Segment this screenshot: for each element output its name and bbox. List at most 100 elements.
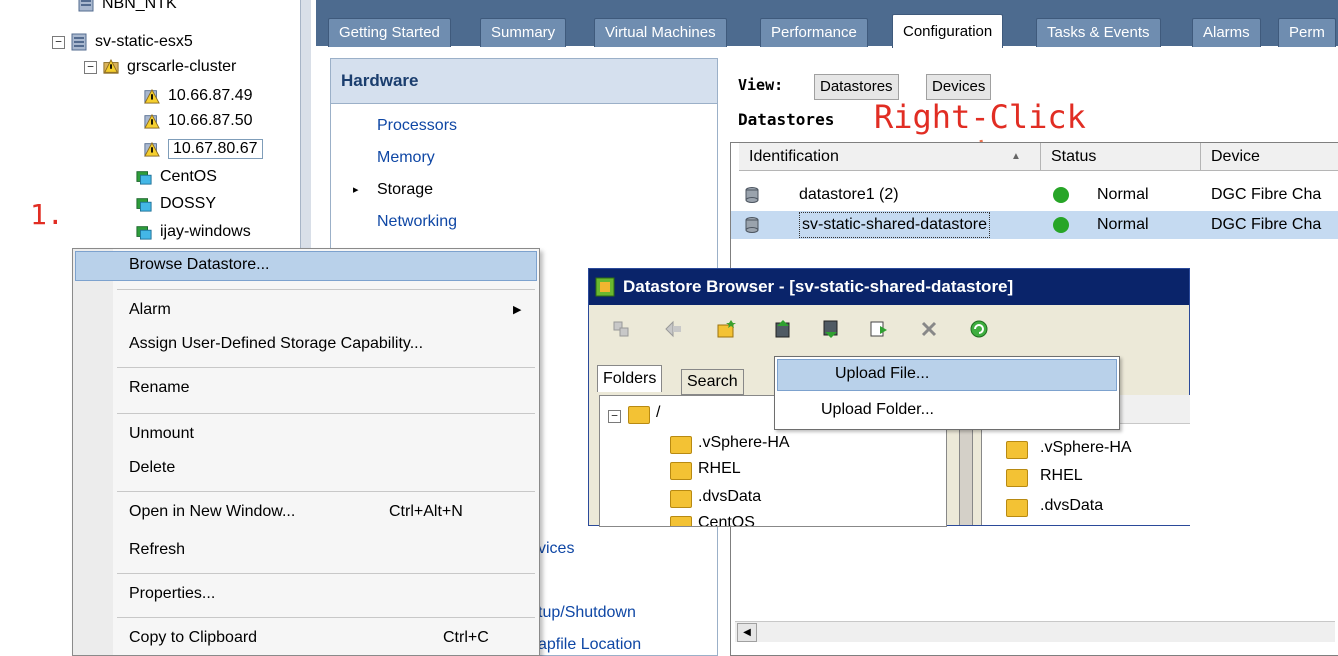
delete-icon[interactable] [919,319,939,339]
table-row[interactable]: datastore1 (2) Normal DGC Fibre Cha [731,181,1338,209]
datastore-status: Normal [1097,216,1149,233]
tree-item-label: NBN_NTK [102,0,177,12]
menu-separator [117,289,535,290]
folder-item[interactable]: .dvsData [698,488,761,506]
menu-item-assign-capability[interactable]: Assign User-Defined Storage Capability..… [129,335,423,353]
column-identification[interactable]: Identification ▲ [739,143,1041,171]
menu-item-upload-file[interactable]: Upload File... [835,365,929,383]
tree-item-vm-2[interactable]: DOSSY [136,192,216,216]
hardware-link-startup-partial[interactable]: tup/Shutdown [538,604,636,622]
browser-title-bar[interactable]: Datastore Browser - [sv-static-shared-da… [589,269,1189,305]
new-folder-icon[interactable] [717,319,737,339]
folder-icon [1006,499,1028,517]
datastore-status: Normal [1097,186,1149,203]
collapse-icon[interactable]: − [52,35,65,49]
right-click-annotation: Right-Click [874,98,1086,136]
tab-search[interactable]: Search [681,369,744,395]
tree-item-host[interactable]: − sv-static-esx5 [52,30,193,54]
hardware-item-storage[interactable]: Storage [377,181,433,199]
datastore-icon [745,187,759,203]
tree-item-cluster[interactable]: − grscarle-cluster [84,55,236,79]
menu-highlight [777,359,1117,391]
view-datastores-button[interactable]: Datastores [814,74,899,100]
collapse-icon[interactable]: − [608,410,621,423]
tab-folders[interactable]: Folders [597,365,663,392]
tab-tasks-events[interactable]: Tasks & Events [1036,18,1161,47]
menu-item-alarm[interactable]: Alarm [129,301,171,319]
bullet-icon: ▸ [353,184,359,196]
hardware-link-memory[interactable]: Memory [377,149,435,167]
tab-configuration[interactable]: Configuration [892,14,1004,48]
tree-item-label: grscarle-cluster [127,58,237,75]
menu-item-properties[interactable]: Properties... [129,585,215,603]
back-icon[interactable] [663,319,683,339]
tree-item-vm-3[interactable]: ijay-windows [136,220,251,244]
menu-item-upload-folder[interactable]: Upload Folder... [821,401,934,419]
datastore-device: DGC Fibre Cha [1211,186,1322,203]
open-folder-icon [628,406,650,424]
register-vm-icon[interactable] [869,319,889,339]
menu-item-unmount[interactable]: Unmount [129,425,194,443]
tab-summary[interactable]: Summary [480,18,567,47]
tab-bar: Getting Started Summary Virtual Machines… [316,0,1338,48]
collapse-icon[interactable]: − [84,60,97,74]
refresh-icon[interactable] [969,319,989,339]
datastore-name: datastore1 (2) [799,186,899,203]
folder-item[interactable]: .vSphere-HA [698,434,790,452]
folder-icon [670,436,692,454]
menu-item-copy-clipboard[interactable]: Copy to Clipboard [129,629,257,647]
contents-folder-item[interactable]: RHEL [1040,467,1083,485]
table-row-selected[interactable]: sv-static-shared-datastore Normal DGC Fi… [731,211,1338,239]
upload-icon[interactable] [773,319,793,339]
tree-item-label: sv-static-esx5 [95,33,193,50]
vm-icon [136,226,152,240]
contents-folder-item[interactable]: .dvsData [1040,497,1103,515]
browser-title: Datastore Browser - [sv-static-shared-da… [623,277,1014,296]
sort-asc-icon: ▲ [1011,151,1021,162]
tree-item-top[interactable]: NBN_NTK [78,0,177,16]
tab-virtual-machines[interactable]: Virtual Machines [594,18,727,47]
tree-item-host-2[interactable]: 10.66.87.50 [144,109,253,133]
warning-icon [144,88,160,104]
datastore-icon [745,217,759,233]
scroll-left-icon[interactable]: ◀ [737,623,757,642]
column-device[interactable]: Device [1201,143,1338,171]
datastore-device: DGC Fibre Cha [1211,216,1322,233]
warning-icon [144,113,160,129]
folder-icon [670,516,692,526]
hardware-link-networking[interactable]: Networking [377,213,457,231]
tab-performance[interactable]: Performance [760,18,868,47]
column-status[interactable]: Status [1041,143,1201,171]
horizontal-scrollbar[interactable]: ◀ [735,621,1335,642]
menu-separator [117,573,535,574]
menu-item-rename[interactable]: Rename [129,379,189,397]
network-icon[interactable] [611,319,631,339]
menu-item-refresh[interactable]: Refresh [129,541,185,559]
menu-gutter [73,249,113,655]
hardware-link-devices-partial[interactable]: vices [538,540,574,558]
host-icon [71,33,87,51]
upload-dropdown-menu: Upload File... Upload Folder... [774,356,1120,430]
menu-separator [117,367,535,368]
app-logo-icon [595,277,615,297]
folder-item[interactable]: RHEL [698,460,741,478]
tree-item-vm-1[interactable]: CentOS [136,165,217,189]
tree-item-host-3[interactable]: 10.67.80.67 [144,137,263,161]
contents-folder-item[interactable]: .vSphere-HA [1040,439,1132,457]
download-icon[interactable] [821,319,841,339]
hardware-link-swapfile-partial[interactable]: apfile Location [538,636,641,654]
view-label: View: [738,76,784,94]
tree-item-host-1[interactable]: 10.66.87.49 [144,84,253,108]
menu-separator [117,413,535,414]
tab-alarms[interactable]: Alarms [1192,18,1261,47]
menu-item-browse-datastore[interactable]: Browse Datastore... [129,256,270,274]
folder-root[interactable]: / [656,404,660,422]
view-devices-button[interactable]: Devices [926,74,992,100]
hardware-header: Hardware [331,59,717,104]
menu-item-delete[interactable]: Delete [129,459,175,477]
hardware-link-processors[interactable]: Processors [377,117,457,135]
menu-item-open-new-window[interactable]: Open in New Window... [129,503,295,521]
folder-item[interactable]: CentOS [698,514,755,526]
tab-permissions[interactable]: Perm [1278,18,1336,47]
tab-getting-started[interactable]: Getting Started [328,18,451,47]
